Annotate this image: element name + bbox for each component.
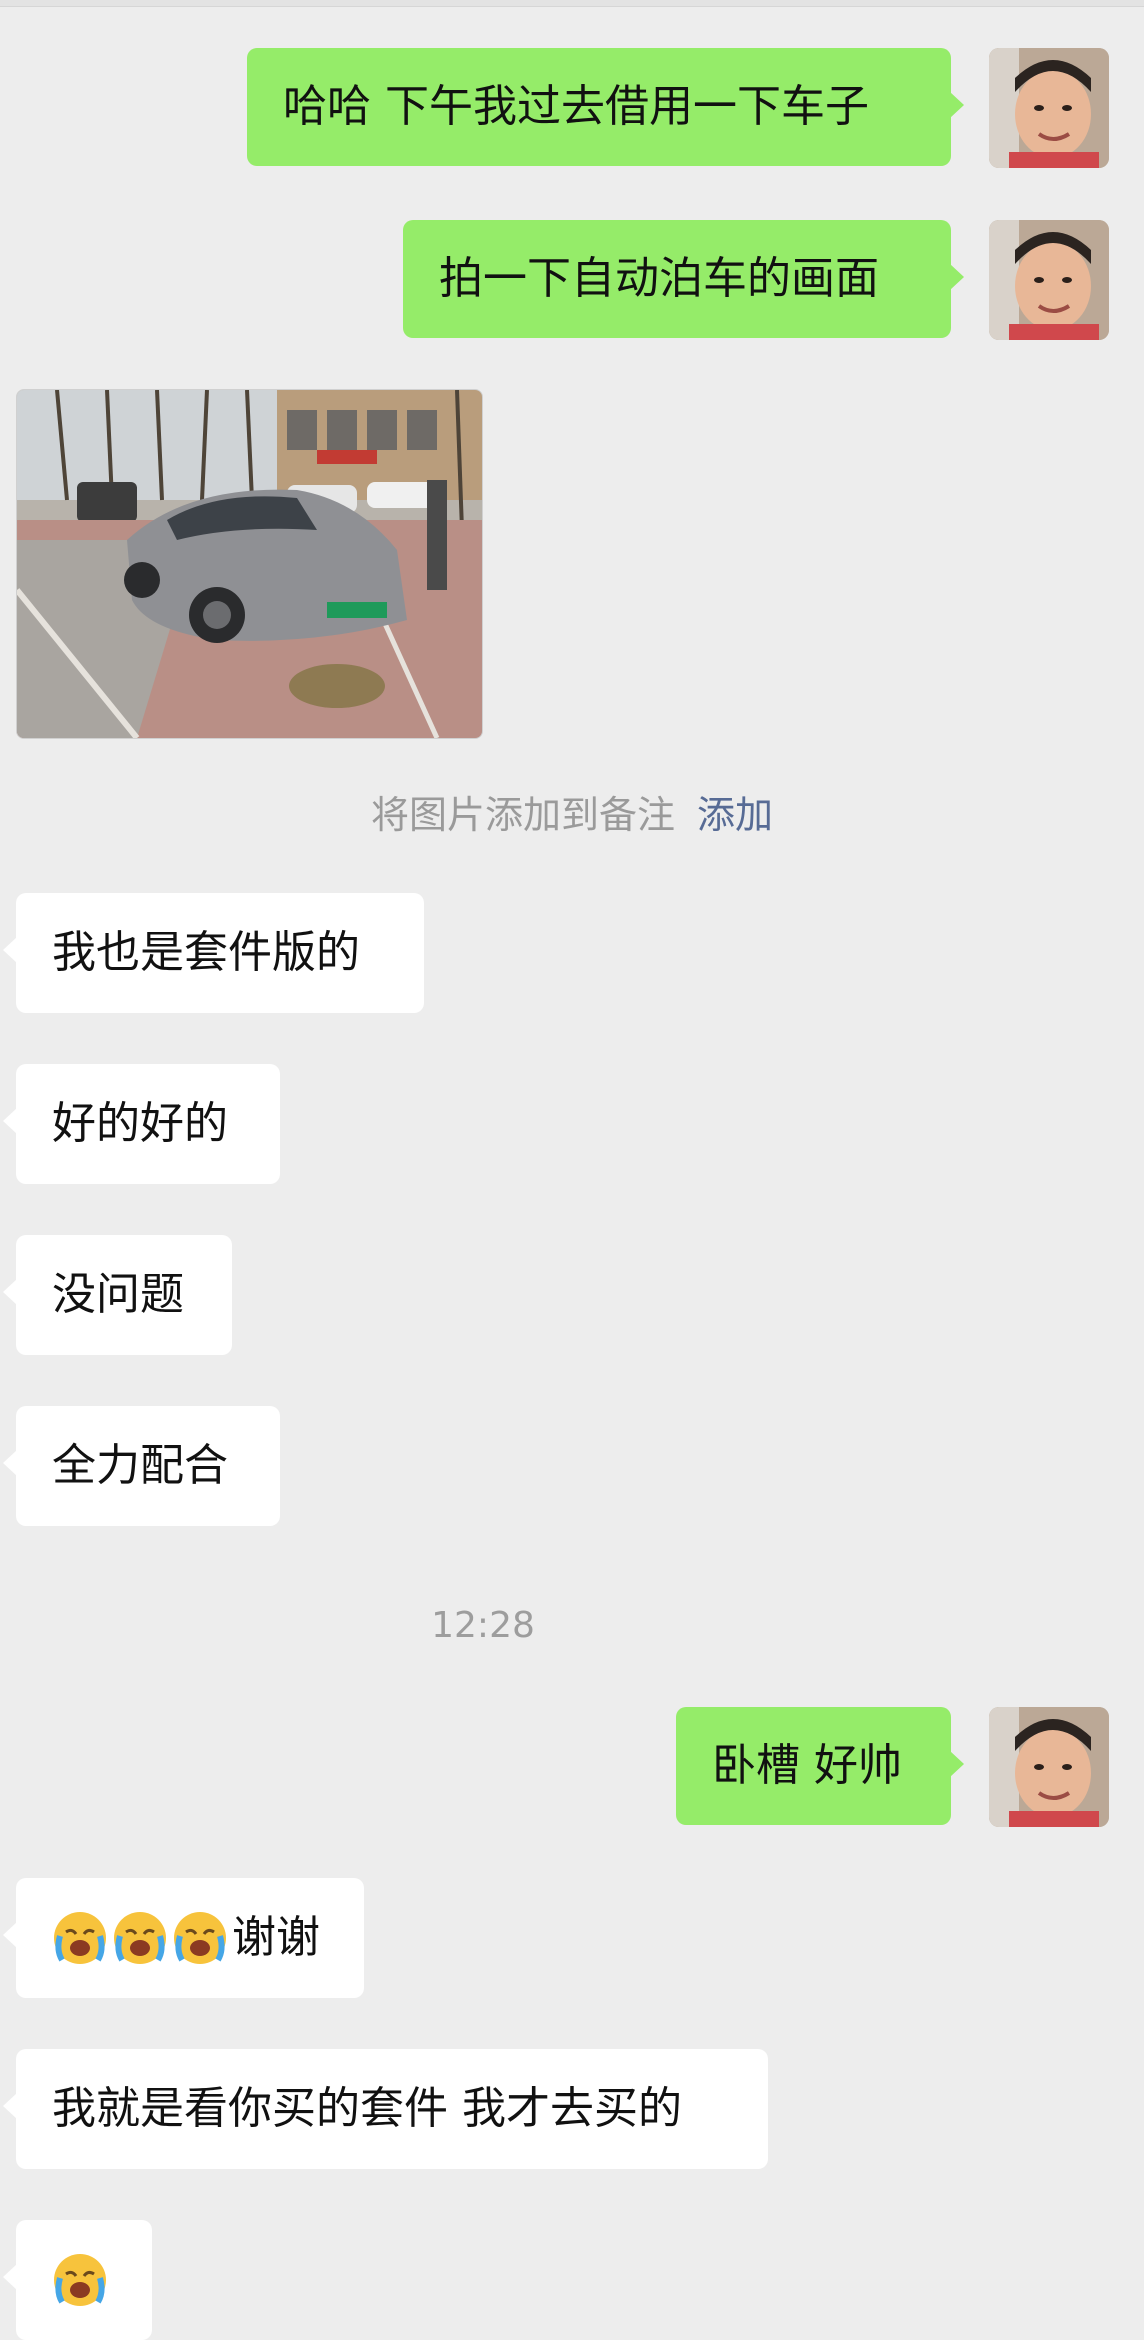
parked-car-photo[interactable] [16,389,483,739]
message-bubble-outgoing[interactable]: 哈哈 下午我过去借用一下车子 [247,48,964,166]
message-text: 全力配合 [52,1440,228,1491]
message-bubble-incoming[interactable]: 好的好的 [3,1064,280,1184]
message-text: 卧槽 好帅 [712,1740,902,1791]
hint-text: 将图片添加到备注 [370,793,675,837]
timestamp: 12:28 [431,1605,535,1646]
message-text: 好的好的 [52,1098,228,1149]
message-bubble-incoming[interactable]: 谢谢 [3,1878,364,1998]
message-text: 哈哈 下午我过去借用一下车子 [283,81,869,132]
avatar[interactable] [989,220,1109,340]
message-bubble-incoming[interactable]: 没问题 [3,1235,232,1355]
message-text: 我就是看你买的套件 我才去买的 [52,2083,682,2134]
loudly-crying-emoji-icon [174,1912,226,1964]
message-bubble-incoming[interactable]: 我就是看你买的套件 我才去买的 [3,2049,768,2169]
user-avatar-photo [989,1707,1109,1827]
add-link[interactable]: 添加 [697,793,773,837]
avatar[interactable] [989,1707,1109,1827]
add-to-note-hint: 将图片添加到备注 添加 [0,784,1144,839]
avatar[interactable] [989,48,1109,168]
car-photo-image [17,390,482,738]
message-bubble-outgoing[interactable]: 卧槽 好帅 [676,1707,964,1825]
top-border [0,0,1144,7]
message-text: 我也是套件版的 [52,927,360,978]
message-text: 没问题 [52,1269,184,1320]
message-text: 谢谢 [232,1912,320,1963]
message-bubble-incoming[interactable]: 我也是套件版的 [3,893,424,1013]
message-text: 拍一下自动泊车的画面 [439,253,879,304]
loudly-crying-emoji-icon [114,1912,166,1964]
message-bubble-incoming[interactable]: 全力配合 [3,1406,280,1526]
loudly-crying-emoji-icon [54,2254,106,2306]
message-bubble-incoming[interactable] [3,2220,152,2340]
message-bubble-outgoing[interactable]: 拍一下自动泊车的画面 [403,220,964,338]
user-avatar-photo [989,220,1109,340]
user-avatar-photo [989,48,1109,168]
loudly-crying-emoji-icon [54,1912,106,1964]
